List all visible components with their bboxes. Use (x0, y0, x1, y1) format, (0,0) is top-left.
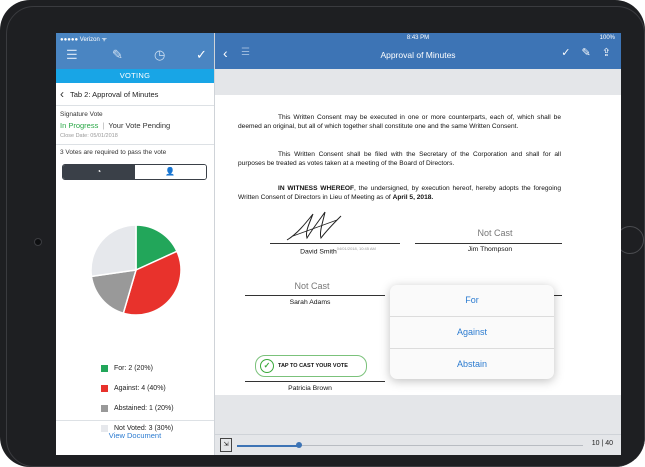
status-bar-left: ●●●●● Verizon ᯤ (60, 35, 210, 45)
signature-line (245, 381, 385, 382)
legend-item: Against: 4 (40%) (101, 378, 174, 398)
page-slider-fill (237, 444, 300, 447)
page-counter: 10 | 40 (591, 440, 613, 447)
tap-to-cast-vote-button[interactable]: ✓ TAP TO CAST YOUR VOTE (255, 355, 367, 377)
signer-name: Patricia Brown (288, 385, 332, 392)
clock-icon[interactable]: ◷ (154, 47, 165, 63)
signer-name: Jim Thompson (467, 246, 513, 253)
not-cast-label: Not Cast (294, 281, 330, 291)
signature-line (245, 295, 385, 296)
check-circle-icon: ✓ (260, 359, 274, 373)
chart-view-toggle: ◔ 👤 (62, 164, 207, 180)
signature-vote-label: Signature Vote (60, 111, 103, 118)
legend-swatch-abstained (101, 404, 108, 412)
paragraph-2: This Written Consent shall be filed with… (238, 151, 561, 167)
chevron-left-icon[interactable]: ‹ (60, 87, 64, 101)
voting-tab[interactable]: VOTING (56, 69, 214, 83)
witness-bold: IN WITNESS WHEREOF (278, 185, 355, 192)
page-navigator: ⇲ 10 | 40 (215, 434, 621, 455)
document-icon[interactable]: ⇲ (220, 438, 232, 452)
not-cast-label: Not Cast (477, 228, 513, 238)
breadcrumb-label: Tab 2: Approval of Minutes (70, 89, 159, 99)
vote-status-line: In Progress | Your Vote Pending (60, 121, 171, 130)
check-icon[interactable]: ✓ (196, 47, 207, 63)
page-slider-thumb[interactable] (296, 442, 303, 448)
left-toolbar: ●●●●● Verizon ᯤ ☰ ✎ ◷ ✓ (56, 33, 214, 69)
document-actions: ✓ ✎ ⇪ (553, 46, 611, 59)
close-date: Close Date: 05/01/2018 (60, 133, 118, 139)
signature-line (415, 243, 562, 244)
document-toolbar: 8:43 PM 100% ‹ ☰ Approval of Minutes ✓ ✎… (215, 33, 621, 69)
legend-item: For: 2 (20%) (101, 358, 174, 378)
clock-time: 8:43 PM (406, 35, 430, 41)
witness-date: April 5, 2018. (392, 193, 434, 201)
status-vote-pending: Your Vote Pending (108, 121, 171, 130)
pen-icon[interactable]: ✎ (582, 47, 591, 59)
signature-timestamp: 04/01/2018, 10:45 AM (336, 246, 376, 251)
breadcrumb[interactable]: ‹ Tab 2: Approval of Minutes (56, 83, 214, 106)
signer-name: Sarah Adams (289, 299, 331, 306)
signature-vote-info: Signature Vote In Progress | Your Vote Pen… (56, 106, 214, 145)
person-view-icon[interactable]: 👤 (134, 165, 206, 179)
legend-swatch-against (101, 384, 108, 392)
pen-icon[interactable]: ✎ (112, 47, 123, 63)
signature-line (270, 243, 400, 244)
signer-name: David Smith04/01/2018, 10:45 AM (300, 246, 376, 256)
vote-against-option[interactable]: Against (390, 317, 554, 349)
paragraph-1: This Written Consent may be executed in … (238, 114, 561, 130)
screen: ●●●●● Verizon ᯤ ☰ ✎ ◷ ✓ VOTING ‹ Tab 2: … (56, 33, 621, 455)
view-document-link[interactable]: View Document (56, 420, 214, 455)
vote-pie-chart (90, 224, 182, 316)
left-tools: ☰ ✎ ◷ ✓ (56, 47, 214, 67)
share-icon[interactable]: ⇪ (602, 47, 611, 59)
document-panel: 8:43 PM 100% ‹ ☰ Approval of Minutes ✓ ✎… (215, 33, 621, 455)
ipad-frame: ●●●●● Verizon ᯤ ☰ ✎ ◷ ✓ VOTING ‹ Tab 2: … (0, 0, 645, 467)
handwritten-signature (286, 211, 342, 241)
menu-icon[interactable]: ☰ (66, 47, 78, 63)
votes-required: 3 Votes are required to pass the vote (60, 149, 167, 156)
document-page: This Written Consent may be executed in … (215, 95, 621, 395)
status-in-progress: In Progress (60, 121, 99, 130)
camera-dot (34, 238, 42, 246)
check-icon[interactable]: ✓ (561, 47, 570, 59)
legend-item: Abstained: 1 (20%) (101, 398, 174, 418)
pie-slice-not-voted (90, 224, 137, 278)
witness-paragraph: IN WITNESS WHEREOF, the undersigned, by … (238, 185, 561, 202)
legend-swatch-for (101, 364, 108, 372)
page-slider[interactable] (237, 442, 583, 448)
left-panel: ●●●●● Verizon ᯤ ☰ ✎ ◷ ✓ VOTING ‹ Tab 2: … (56, 33, 215, 455)
pie-chart-view-icon[interactable]: ◔ (63, 165, 135, 179)
vote-for-option[interactable]: For (390, 285, 554, 317)
vote-options-popover: For Against Abstain (390, 285, 554, 379)
tap-to-vote-label: TAP TO CAST YOUR VOTE (278, 363, 348, 369)
carrier-label: ●●●●● Verizon ᯤ (60, 37, 107, 43)
vote-abstain-option[interactable]: Abstain (390, 349, 554, 379)
battery-level: 100% (599, 35, 615, 41)
